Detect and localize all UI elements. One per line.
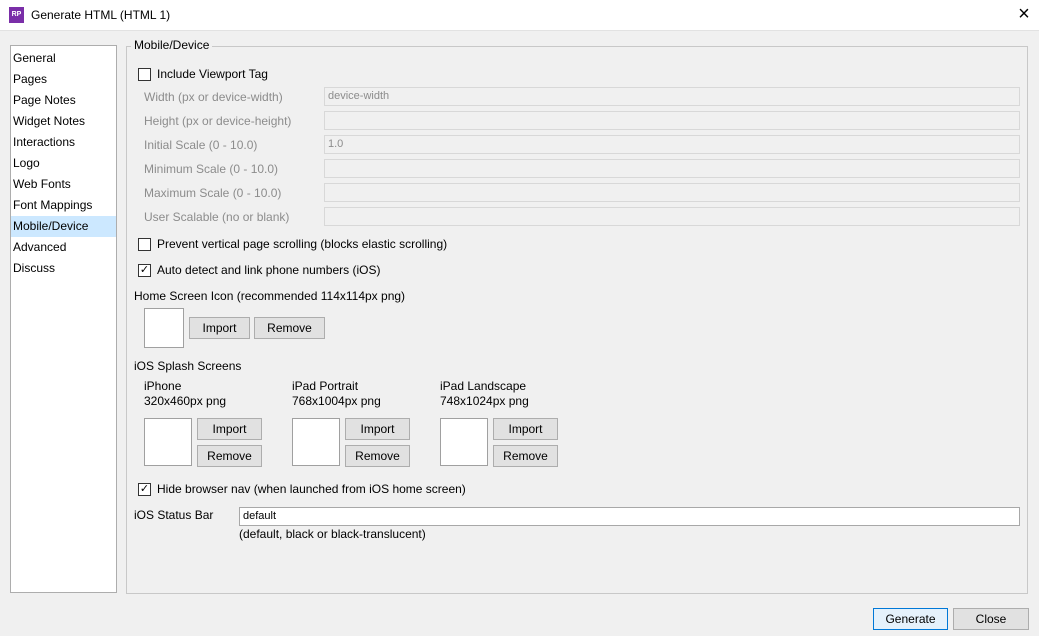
minimum-scale-field[interactable] — [324, 159, 1020, 178]
auto-detect-phone-label: Auto detect and link phone numbers (iOS) — [157, 263, 381, 277]
minimum-scale-label: Minimum Scale (0 - 10.0) — [144, 162, 279, 176]
user-scalable-label: User Scalable (no or blank) — [144, 210, 290, 224]
status-bar-hint: (default, black or black-translucent) — [239, 527, 426, 541]
maximum-scale-label: Maximum Scale (0 - 10.0) — [144, 186, 282, 200]
width-label: Width (px or device-width) — [144, 90, 283, 104]
nav-item-interactions[interactable]: Interactions — [11, 132, 116, 153]
nav-item-general[interactable]: General — [11, 48, 116, 69]
height-field[interactable] — [324, 111, 1020, 130]
nav-item-web-fonts[interactable]: Web Fonts — [11, 174, 116, 195]
height-label: Height (px or device-height) — [144, 114, 292, 128]
nav-item-pages[interactable]: Pages — [11, 69, 116, 90]
groupbox-legend: Mobile/Device — [131, 38, 213, 52]
include-viewport-checkbox[interactable] — [138, 68, 151, 81]
splash-iphone-size: 320x460px png — [144, 394, 227, 408]
title-bar: RP Generate HTML (HTML 1) × — [0, 0, 1039, 31]
nav-item-logo[interactable]: Logo — [11, 153, 116, 174]
home-icon-remove-button[interactable]: Remove — [254, 317, 325, 339]
nav-item-font-mappings[interactable]: Font Mappings — [11, 195, 116, 216]
splash-ipad-portrait-remove-button[interactable]: Remove — [345, 445, 410, 467]
splash-ipad-portrait-preview — [292, 418, 340, 466]
splash-iphone-remove-button[interactable]: Remove — [197, 445, 262, 467]
splash-ipad-landscape-size: 748x1024px png — [440, 394, 529, 408]
status-bar-label: iOS Status Bar — [134, 508, 214, 522]
splash-ipad-portrait-import-button[interactable]: Import — [345, 418, 410, 440]
maximum-scale-field[interactable] — [324, 183, 1020, 202]
initial-scale-label: Initial Scale (0 - 10.0) — [144, 138, 258, 152]
nav-item-advanced[interactable]: Advanced — [11, 237, 116, 258]
width-field[interactable]: device-width — [324, 87, 1020, 106]
splash-iphone-preview — [144, 418, 192, 466]
user-scalable-field[interactable] — [324, 207, 1020, 226]
splash-ipad-portrait-name: iPad Portrait — [292, 379, 359, 393]
splash-ipad-landscape-name: iPad Landscape — [440, 379, 527, 393]
app-logo-icon: RP — [9, 7, 24, 23]
nav-item-discuss[interactable]: Discuss — [11, 258, 116, 279]
nav-item-widget-notes[interactable]: Widget Notes — [11, 111, 116, 132]
initial-scale-field[interactable]: 1.0 — [324, 135, 1020, 154]
splash-ipad-landscape-remove-button[interactable]: Remove — [493, 445, 558, 467]
splash-ipad-landscape-preview — [440, 418, 488, 466]
prevent-scrolling-checkbox[interactable] — [138, 238, 151, 251]
auto-detect-phone-checkbox[interactable]: ✓ — [138, 264, 151, 277]
splash-ipad-portrait-size: 768x1004px png — [292, 394, 381, 408]
include-viewport-label: Include Viewport Tag — [157, 67, 268, 81]
splash-iphone-import-button[interactable]: Import — [197, 418, 262, 440]
splash-screens-label: iOS Splash Screens — [134, 359, 242, 373]
status-bar-field[interactable]: default — [239, 507, 1020, 526]
splash-iphone-name: iPhone — [144, 379, 182, 393]
home-screen-icon-preview — [144, 308, 184, 348]
nav-item-page-notes[interactable]: Page Notes — [11, 90, 116, 111]
home-screen-icon-label: Home Screen Icon (recommended 114x114px … — [134, 289, 406, 303]
check-mark-icon: ✓ — [139, 483, 150, 495]
splash-ipad-landscape-import-button[interactable]: Import — [493, 418, 558, 440]
prevent-scrolling-label: Prevent vertical page scrolling (blocks … — [157, 237, 448, 251]
close-button[interactable]: Close — [953, 608, 1029, 630]
close-icon[interactable]: × — [1012, 2, 1036, 26]
window-title: Generate HTML (HTML 1) — [31, 8, 171, 22]
hide-browser-nav-checkbox[interactable]: ✓ — [138, 483, 151, 496]
nav-item-mobile-device[interactable]: Mobile/Device — [11, 216, 116, 237]
settings-nav-list: General Pages Page Notes Widget Notes In… — [10, 45, 117, 593]
check-mark-icon: ✓ — [139, 264, 150, 276]
generate-button[interactable]: Generate — [873, 608, 948, 630]
home-icon-import-button[interactable]: Import — [189, 317, 250, 339]
hide-browser-nav-label: Hide browser nav (when launched from iOS… — [157, 482, 466, 496]
